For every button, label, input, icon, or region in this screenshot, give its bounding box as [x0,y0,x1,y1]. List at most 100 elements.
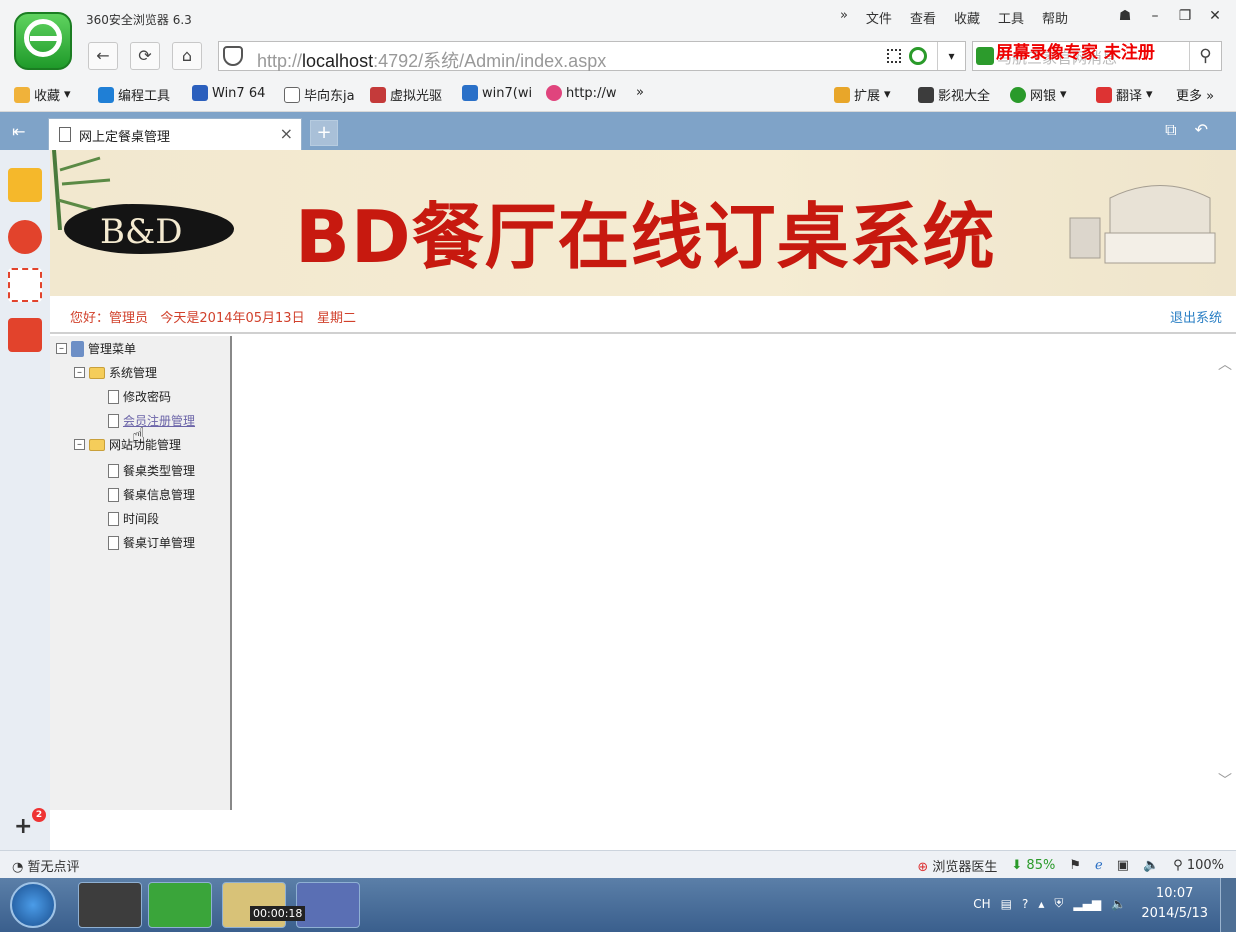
tree-group-system[interactable]: – 系统管理 [74,364,157,381]
taskbar-app-360-browser[interactable] [148,882,212,928]
tab-list-icon[interactable]: ⧉ [1165,120,1176,140]
restore-button[interactable]: ❐ [1172,4,1198,28]
tree-item-label[interactable]: 餐桌类型管理 [123,462,195,479]
bookmark-item[interactable]: http://w [546,85,616,101]
security-icon[interactable]: ⛨ [1054,896,1063,911]
taskbar-app-visual-studio[interactable] [296,882,360,928]
tray-expand-icon[interactable]: ▴ [1038,897,1044,911]
tree-item-table-info[interactable]: 餐桌信息管理 [108,486,195,503]
window-icon[interactable]: ▣ [1117,858,1129,873]
browser-doctor-button[interactable]: ⊕ 浏览器医生 [917,856,997,875]
download-speed[interactable]: ⬇ 85% [1011,858,1055,873]
hand-cursor-icon: ☝ [132,424,146,449]
start-button[interactable] [10,882,56,928]
shopping-icon[interactable] [8,318,42,352]
add-sidebar-app-button[interactable]: +2 [14,808,46,839]
page-icon [108,389,119,404]
show-desktop-button[interactable] [1220,878,1236,932]
user-info-bar: 您好：管理员 今天是2014年05月13日 星期二 退出系统 [50,296,1236,334]
sound-icon[interactable]: 🔈 [1143,858,1159,873]
collapse-icon[interactable]: – [56,343,67,354]
browser-mode-icon[interactable] [909,47,927,65]
taskbar-app-explorer[interactable] [222,882,286,928]
menu-help[interactable]: 帮助 [1042,8,1068,27]
refresh-button[interactable]: ⟳ [130,42,160,70]
extensions-icon [834,86,850,103]
window-controls: ☗ – ❐ ✕ [1112,4,1228,28]
tree-group-site-functions[interactable]: – 网站功能管理 [74,436,181,453]
tree-item-member-registration[interactable]: 会员注册管理 [108,412,195,429]
mail-icon[interactable] [8,268,42,302]
sidebar-toggle-icon[interactable]: ⇤ [12,122,25,141]
tree-item-label[interactable]: 修改密码 [123,388,171,405]
url-text[interactable]: http://localhost:4792/系统/Admin/index.asp… [257,47,606,73]
menu-file[interactable]: 文件 [866,8,892,27]
collapse-icon[interactable]: – [74,439,85,450]
translate-button[interactable]: 翻译 ▾ [1096,85,1153,104]
compat-icon[interactable]: ⚑ [1069,858,1081,873]
security-shield-icon[interactable] [223,46,243,66]
bookmarks-more[interactable]: » [636,85,644,100]
tab-active[interactable]: 网上定餐桌管理 × [48,118,302,150]
tree-item-change-password[interactable]: 修改密码 [108,388,171,405]
doctor-icon: ⊕ [917,860,929,875]
tree-item-table-orders[interactable]: 餐桌订单管理 [108,534,195,551]
bookmarks-bar: 收藏 ▾ 编程工具 Win7 64 毕向东ja 虚拟光驱 win7(wi htt… [0,76,1236,112]
extensions-button[interactable]: 扩展 ▾ [834,85,891,104]
tree-item-label[interactable]: 时间段 [123,510,159,527]
qr-code-icon[interactable] [887,49,901,63]
tree-item-time-slots[interactable]: 时间段 [108,510,159,527]
browser-logo-icon[interactable] [14,12,72,70]
tree-item-label[interactable]: 餐桌订单管理 [123,534,195,551]
back-button[interactable]: ← [88,42,118,70]
bookmark-item[interactable]: Win7 64 [192,85,265,101]
bookmark-item[interactable]: 毕向东ja [284,85,355,104]
collapse-icon[interactable]: – [74,367,85,378]
more-button[interactable]: 更多 » [1176,85,1214,104]
logout-link[interactable]: 退出系统 [1170,307,1222,326]
new-tab-button[interactable]: + [310,120,338,146]
windows-taskbar: 00:00:18 CH ▤ ? ▴ ⛨ ▂▄▆ 🔈 10:07 2014/5/1… [0,878,1236,932]
tree-item-table-types[interactable]: 餐桌类型管理 [108,462,195,479]
close-tab-icon[interactable]: × [280,124,293,143]
bookmark-favorites[interactable]: 收藏 ▾ [14,85,71,104]
address-bar[interactable]: http://localhost:4792/系统/Admin/index.asp… [218,41,966,71]
zoom-control[interactable]: ⚲ 100% [1173,858,1224,873]
taskbar-app-photo[interactable] [78,882,142,928]
bookmark-item[interactable]: 编程工具 [98,85,170,104]
scroll-up-icon[interactable]: ︿ [1218,354,1232,374]
input-method-icon[interactable]: ▤ [1001,897,1012,911]
bookmark-item[interactable]: 虚拟光驱 [370,85,442,104]
skin-icon[interactable]: ☗ [1112,4,1138,28]
tree-root[interactable]: – 管理菜单 [56,340,136,357]
help-icon[interactable]: ? [1022,897,1028,911]
favorites-star-icon[interactable] [8,168,42,202]
volume-icon[interactable]: 🔈 [1111,897,1126,911]
home-button[interactable]: ⌂ [172,42,202,70]
close-window-button[interactable]: ✕ [1202,4,1228,28]
search-icon[interactable]: ⚲ [1189,42,1221,70]
undo-close-icon[interactable]: ↶ [1195,120,1208,140]
bookmark-item[interactable]: win7(wi [462,85,532,101]
banking-button[interactable]: 网银 ▾ [1010,85,1067,104]
menu-view[interactable]: 查看 [910,8,936,27]
bookmark-icon [462,85,478,101]
network-icon[interactable]: ▂▄▆ [1073,897,1101,911]
scroll-down-icon[interactable]: ﹀ [1218,770,1232,790]
page-icon [108,487,119,502]
address-dropdown-icon[interactable]: ▾ [937,42,965,70]
menu-tools[interactable]: 工具 [998,8,1024,27]
page-icon [108,535,119,550]
rating-status[interactable]: ◔ 暂无点评 [12,856,80,875]
menu-more[interactable]: » [840,8,848,27]
minimize-button[interactable]: – [1142,4,1168,28]
video-button[interactable]: 影视大全 [918,85,990,104]
bookmark-icon [98,86,114,103]
menu-favorites[interactable]: 收藏 [954,8,980,27]
ie-mode-icon[interactable]: ℯ [1095,858,1103,873]
language-indicator[interactable]: CH [973,897,990,911]
tree-item-label[interactable]: 餐桌信息管理 [123,486,195,503]
system-clock[interactable]: 10:07 2014/5/13 [1141,884,1208,924]
search-engine-icon[interactable] [976,47,994,65]
weibo-icon[interactable] [8,220,42,254]
